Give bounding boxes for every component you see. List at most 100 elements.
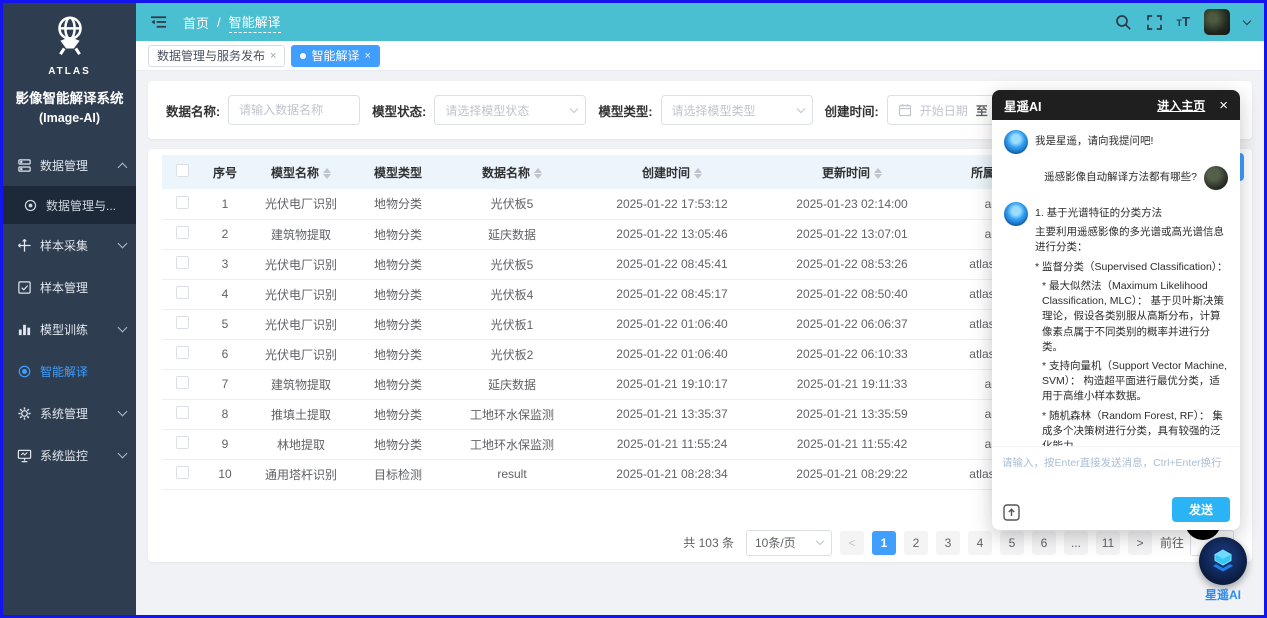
pagination-total: 共 103 条: [683, 534, 734, 551]
user-menu-caret-icon[interactable]: [1243, 17, 1251, 25]
cell-no: 8: [202, 399, 248, 429]
row-checkbox[interactable]: [176, 286, 189, 299]
model-type-select[interactable]: 请选择模型类型: [661, 95, 813, 125]
chat-home-link[interactable]: 进入主页: [1157, 97, 1205, 114]
cell-data-name: 光伏板4: [442, 279, 582, 309]
tab-close-icon[interactable]: ×: [364, 50, 370, 62]
cell-created: 2025-01-22 08:45:17: [582, 279, 762, 309]
sidebar-item-system-monitoring[interactable]: 系统监控: [3, 434, 136, 476]
page-button-11[interactable]: 11: [1096, 531, 1120, 555]
row-checkbox[interactable]: [176, 346, 189, 359]
model-status-label: 模型状态:: [372, 101, 426, 120]
chat-reply-paragraph: 1. 基于光谱特征的分类方法: [1035, 206, 1228, 221]
page-size-select[interactable]: 10条/页: [746, 530, 832, 556]
page-button-2[interactable]: 2: [904, 531, 928, 555]
cell-updated: 2025-01-22 13:07:01: [762, 219, 942, 249]
row-checkbox[interactable]: [176, 226, 189, 239]
cell-data-name: 工地环水保监测: [442, 429, 582, 459]
breadcrumb-current[interactable]: 智能解译: [229, 12, 281, 33]
app-logo: ATLAS: [3, 3, 136, 77]
row-checkbox[interactable]: [176, 196, 189, 209]
cell-data-name: 光伏板5: [442, 249, 582, 279]
page-button-1[interactable]: 1: [872, 531, 896, 555]
row-checkbox[interactable]: [176, 436, 189, 449]
cell-no: 9: [202, 429, 248, 459]
cell-no: 6: [202, 339, 248, 369]
cell-model-name: 通用塔杆识别: [248, 459, 354, 489]
cell-model-name: 光伏电厂识别: [248, 309, 354, 339]
ai-assistant-button[interactable]: [1199, 537, 1247, 585]
model-status-select[interactable]: 请选择模型状态: [434, 95, 586, 125]
fullscreen-icon[interactable]: [1146, 14, 1163, 31]
col-header-data-name[interactable]: 数据名称: [442, 155, 582, 189]
sidebar-item-intelligent-interpretation[interactable]: 智能解译: [3, 350, 136, 392]
send-button[interactable]: 发送: [1172, 497, 1230, 522]
select-all-checkbox[interactable]: [176, 164, 189, 177]
upload-file-icon[interactable]: [1002, 503, 1021, 522]
col-header-updated[interactable]: 更新时间: [762, 155, 942, 189]
sort-icon[interactable]: [323, 168, 331, 179]
tag-tabs-bar: 数据管理与服务发布 × 智能解译 ×: [136, 41, 1264, 71]
cell-model-type: 地物分类: [354, 249, 442, 279]
close-icon[interactable]: ×: [1219, 98, 1228, 113]
sort-icon[interactable]: [534, 168, 542, 179]
user-avatar[interactable]: [1204, 9, 1230, 35]
bot-greeting-text: 我是星遥，请向我提问吧!: [1035, 130, 1153, 154]
prev-page-button[interactable]: <: [840, 531, 864, 555]
ai-assistant-label: 星遥AI: [1199, 586, 1247, 603]
next-page-button[interactable]: >: [1128, 531, 1152, 555]
model-type-label: 模型类型:: [598, 101, 652, 120]
monitor-icon: [17, 448, 32, 463]
cell-model-name: 光伏电厂识别: [248, 339, 354, 369]
sort-icon[interactable]: [694, 168, 702, 179]
tab-data-service-publish[interactable]: 数据管理与服务发布 ×: [148, 45, 285, 67]
cell-created: 2025-01-21 08:28:34: [582, 459, 762, 489]
row-checkbox[interactable]: [176, 316, 189, 329]
chat-reply-paragraph: * 最大似然法（Maximum Likelihood Classificatio…: [1035, 279, 1228, 355]
page-button-6[interactable]: 6: [1032, 531, 1056, 555]
page-button-3[interactable]: 3: [936, 531, 960, 555]
chevron-down-icon: [118, 449, 128, 459]
col-header-created[interactable]: 创建时间: [582, 155, 762, 189]
sidebar-collapse-icon[interactable]: [150, 15, 167, 29]
cell-model-type: 地物分类: [354, 279, 442, 309]
sidebar-item-system-management[interactable]: 系统管理: [3, 392, 136, 434]
logo-text: ATLAS: [3, 66, 136, 77]
sidebar-item-data-management-sub[interactable]: 数据管理与...: [3, 186, 136, 224]
search-icon[interactable]: [1115, 14, 1132, 31]
chat-input-zone[interactable]: 请输入，按Enter直接发送消息，Ctrl+Enter换行 发送: [992, 446, 1240, 530]
cell-updated: 2025-01-21 08:29:22: [762, 459, 942, 489]
cell-created: 2025-01-21 19:10:17: [582, 369, 762, 399]
sidebar-item-model-training[interactable]: 模型训练: [3, 308, 136, 350]
cell-created: 2025-01-22 01:06:40: [582, 309, 762, 339]
font-size-icon[interactable]: TT: [1177, 13, 1190, 31]
sidebar-item-sample-management[interactable]: 样本管理: [3, 266, 136, 308]
sidebar-item-sample-collect[interactable]: 样本采集: [3, 224, 136, 266]
cell-updated: 2025-01-22 06:10:33: [762, 339, 942, 369]
data-name-input[interactable]: [239, 103, 349, 117]
sort-icon[interactable]: [874, 168, 882, 179]
collect-icon: [17, 238, 32, 253]
cell-data-name: 光伏板1: [442, 309, 582, 339]
row-checkbox[interactable]: [176, 376, 189, 389]
tab-close-icon[interactable]: ×: [270, 50, 276, 62]
tab-intelligent-interpretation[interactable]: 智能解译 ×: [291, 45, 379, 67]
sidebar: ATLAS 影像智能解译系统 (Image-AI) 数据管理 数据管理与...: [3, 3, 136, 615]
col-header-model-name[interactable]: 模型名称: [248, 155, 354, 189]
row-checkbox[interactable]: [176, 256, 189, 269]
cell-data-name: 光伏板2: [442, 339, 582, 369]
row-checkbox[interactable]: [176, 466, 189, 479]
chevron-down-icon: [796, 104, 804, 112]
chat-header: 星遥AI 进入主页 ×: [992, 90, 1240, 120]
atlas-logo-icon: [47, 13, 93, 59]
page-button-5[interactable]: 5: [1000, 531, 1024, 555]
row-checkbox[interactable]: [176, 406, 189, 419]
cell-model-type: 地物分类: [354, 339, 442, 369]
chat-title: 星遥AI: [1004, 96, 1042, 115]
cell-model-name: 推填土提取: [248, 399, 354, 429]
more-pages-button[interactable]: ...: [1064, 531, 1088, 555]
sidebar-item-data-management[interactable]: 数据管理: [3, 144, 136, 186]
breadcrumb-home[interactable]: 首页: [183, 13, 209, 32]
page-button-4[interactable]: 4: [968, 531, 992, 555]
cell-model-name: 光伏电厂识别: [248, 249, 354, 279]
